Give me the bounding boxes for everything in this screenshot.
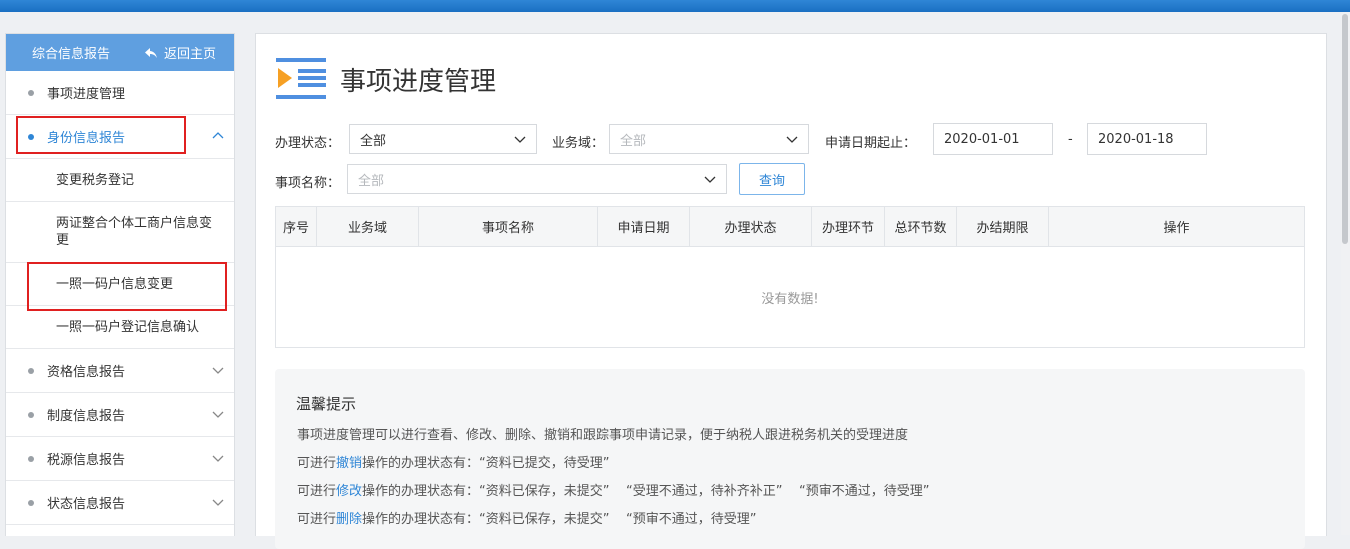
column-header: 办理环节 <box>812 207 885 246</box>
page-title: 事项进度管理 <box>340 66 497 97</box>
tip-line: 可进行撤销操作的办理状态有：“资料已提交，待受理” <box>297 452 610 471</box>
main-panel: 事项进度管理 办理状态： 全部 业务域： 全部 申请日期起止： 2020-01-… <box>255 33 1327 549</box>
sidebar-item-identity[interactable]: 身份信息报告 <box>6 115 234 159</box>
empty-state-text: 没有数据! <box>761 292 819 307</box>
sidebar-item-label: 税源信息报告 <box>47 453 126 468</box>
query-button[interactable]: 查询 <box>739 163 805 195</box>
tip-prefix: 可进行 <box>297 456 337 471</box>
chevron-down-icon <box>786 136 798 143</box>
tip-prefix: 可进行 <box>297 484 337 499</box>
results-table: 序号 业务域 事项名称 申请日期 办理状态 办理环节 总环节数 办结期限 操作 … <box>275 206 1305 348</box>
sidebar-subitem-two-certificates-change[interactable]: 两证整合个体工商户信息变更 <box>6 202 234 263</box>
domain-select[interactable]: 全部 <box>609 124 809 154</box>
sidebar-item-label: 状态信息报告 <box>47 497 126 512</box>
sidebar-item-status[interactable]: 状态信息报告 <box>6 481 234 525</box>
page-header: 事项进度管理 <box>276 58 496 100</box>
sidebar-item-tax-source[interactable]: 税源信息报告 <box>6 437 234 481</box>
delete-link[interactable]: 删除 <box>336 512 362 527</box>
sidebar-item-label: 事项进度管理 <box>47 87 126 102</box>
item-name-select[interactable]: 全部 <box>347 164 727 194</box>
tip-line: 事项进度管理可以进行查看、修改、删除、撤销和跟踪事项申请记录，便于纳税人跟进税务… <box>297 428 909 443</box>
sidebar-subitem-label: 一照一码户信息变更 <box>56 276 174 292</box>
back-home-button[interactable]: 返回主页 <box>144 43 216 62</box>
tips-title: 温馨提示 <box>296 395 357 413</box>
column-header: 办结期限 <box>957 207 1049 246</box>
sidebar-item-label: 制度信息报告 <box>47 409 126 424</box>
tip-suffix: 操作的办理状态有：“资料已保存，未提交” “受理不通过，待补齐补正” “预审不通… <box>362 484 930 499</box>
sidebar-title: 综合信息报告 <box>31 47 110 62</box>
sidebar-item-label: 资格信息报告 <box>47 365 126 380</box>
item-name-label: 事项名称： <box>275 176 341 191</box>
sidebar-item-system[interactable]: 制度信息报告 <box>6 393 234 437</box>
domain-label: 业务域： <box>552 136 605 151</box>
date-separator: - <box>1068 132 1073 147</box>
sidebar-item-label: 身份信息报告 <box>47 131 126 146</box>
date-to-input[interactable]: 2020-01-18 <box>1087 123 1207 155</box>
chevron-down-icon <box>704 176 716 183</box>
bullet-icon <box>28 89 34 96</box>
item-name-placeholder: 全部 <box>358 173 385 189</box>
column-header: 操作 <box>1163 221 1190 236</box>
column-header: 办理状态 <box>690 207 812 246</box>
date-range-label: 申请日期起止： <box>825 136 917 151</box>
chevron-down-icon <box>212 411 224 418</box>
domain-select-placeholder: 全部 <box>620 133 647 149</box>
status-label: 办理状态： <box>275 136 341 151</box>
bullet-icon <box>28 411 34 418</box>
status-select[interactable]: 全部 <box>349 124 537 154</box>
modify-link[interactable]: 修改 <box>336 484 362 499</box>
sidebar-header: 综合信息报告 返回主页 <box>6 34 234 71</box>
sidebar-subitem-label: 一照一码户登记信息确认 <box>56 319 200 335</box>
bullet-icon <box>28 499 34 506</box>
column-header: 申请日期 <box>598 207 690 246</box>
tip-suffix: 操作的办理状态有：“资料已保存，未提交” “预审不通过，待受理” <box>362 512 757 527</box>
scrollbar-thumb[interactable] <box>1342 14 1348 244</box>
column-header: 事项名称 <box>419 207 598 246</box>
table-header: 序号 业务域 事项名称 申请日期 办理状态 办理环节 总环节数 办结期限 操作 <box>276 207 1304 247</box>
bullet-icon <box>28 367 34 374</box>
sidebar-subitem-label: 变更税务登记 <box>56 172 135 188</box>
sidebar-item-qualification[interactable]: 资格信息报告 <box>6 349 234 393</box>
page-scrollbar[interactable] <box>1341 12 1350 535</box>
tip-line: 可进行修改操作的办理状态有：“资料已保存，未提交” “受理不通过，待补齐补正” … <box>297 480 930 499</box>
sidebar: 综合信息报告 返回主页 事项进度管理 身份信息报告 变更税务登记 两证整合个体工… <box>5 33 235 536</box>
browser-top-bar <box>0 0 1350 12</box>
status-select-value: 全部 <box>360 133 387 149</box>
sidebar-subitem-label: 两证整合个体工商户信息变更 <box>56 216 213 248</box>
bullet-icon <box>28 455 34 462</box>
tip-line: 可进行删除操作的办理状态有：“资料已保存，未提交” “预审不通过，待受理” <box>297 508 757 527</box>
chevron-up-icon <box>212 132 224 139</box>
query-button-label: 查询 <box>758 173 785 189</box>
chevron-down-icon <box>212 455 224 462</box>
column-header: 总环节数 <box>885 207 957 246</box>
sidebar-item-progress[interactable]: 事项进度管理 <box>6 71 234 115</box>
back-arrow-icon <box>145 47 157 58</box>
chevron-down-icon <box>212 499 224 506</box>
chevron-down-icon <box>514 136 526 143</box>
date-from-input[interactable]: 2020-01-01 <box>933 123 1053 155</box>
back-home-label: 返回主页 <box>164 47 217 62</box>
column-header: 序号 <box>276 207 317 246</box>
date-to-value: 2020-01-18 <box>1098 131 1174 147</box>
tip-suffix: 操作的办理状态有：“资料已提交，待受理” <box>362 456 610 471</box>
revoke-link[interactable]: 撤销 <box>336 456 362 471</box>
sidebar-subitem-change-tax-registration[interactable]: 变更税务登记 <box>6 159 234 202</box>
sidebar-subitem-one-license-change[interactable]: 一照一码户信息变更 <box>6 263 234 306</box>
date-from-value: 2020-01-01 <box>944 131 1020 147</box>
chevron-down-icon <box>212 367 224 374</box>
sidebar-subitem-one-license-confirm[interactable]: 一照一码户登记信息确认 <box>6 306 234 349</box>
column-header: 业务域 <box>317 207 419 246</box>
bullet-icon <box>28 133 34 140</box>
list-play-icon <box>276 58 326 99</box>
tips-panel: 温馨提示 事项进度管理可以进行查看、修改、删除、撤销和跟踪事项申请记录，便于纳税… <box>275 369 1305 549</box>
tip-prefix: 可进行 <box>297 512 337 527</box>
